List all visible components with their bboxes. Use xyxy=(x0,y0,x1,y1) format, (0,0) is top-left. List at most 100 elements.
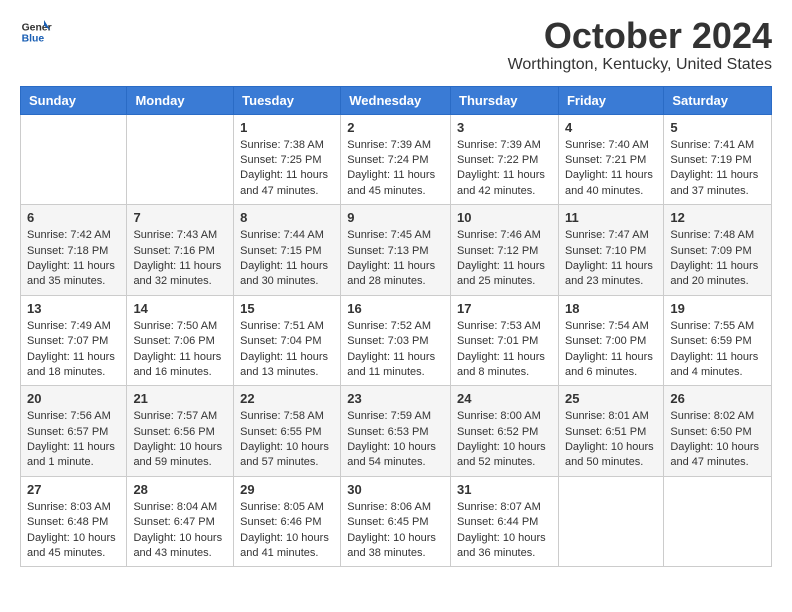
day-number: 2 xyxy=(347,120,444,135)
calendar-week-row: 27 Sunrise: 8:03 AM Sunset: 6:48 PM Dayli… xyxy=(21,476,772,567)
weekday-header: Wednesday xyxy=(341,86,451,114)
day-number: 1 xyxy=(240,120,334,135)
day-info: Sunrise: 8:07 AM Sunset: 6:44 PM Dayligh… xyxy=(457,500,552,562)
day-number: 15 xyxy=(240,301,334,316)
calendar-cell: 25 Sunrise: 8:01 AM Sunset: 6:51 PM Dayli… xyxy=(558,386,663,477)
calendar-cell: 19Sunrise: 7:55 AM Sunset: 6:59 PM Dayli… xyxy=(664,295,772,386)
day-info: Sunrise: 7:54 AM Sunset: 7:00 PM Dayligh… xyxy=(565,319,657,381)
day-info: Sunrise: 7:38 AM Sunset: 7:25 PM Dayligh… xyxy=(240,138,334,200)
calendar-cell: 16 Sunrise: 7:52 AM Sunset: 7:03 PM Dayli… xyxy=(341,295,451,386)
calendar-cell: 30 Sunrise: 8:06 AM Sunset: 6:45 PM Dayli… xyxy=(341,476,451,567)
weekday-header: Thursday xyxy=(451,86,559,114)
day-info: Sunrise: 8:00 AM Sunset: 6:52 PM Dayligh… xyxy=(457,409,552,471)
calendar-cell: 22Sunrise: 7:58 AM Sunset: 6:55 PM Dayli… xyxy=(234,386,341,477)
day-number: 11 xyxy=(565,210,657,225)
day-number: 13 xyxy=(27,301,120,316)
day-number: 31 xyxy=(457,482,552,497)
logo-icon: General Blue xyxy=(20,16,52,48)
day-number: 24 xyxy=(457,391,552,406)
day-number: 12 xyxy=(670,210,765,225)
day-number: 25 xyxy=(565,391,657,406)
calendar-cell: 26 Sunrise: 8:02 AM Sunset: 6:50 PM Dayli… xyxy=(664,386,772,477)
header: General Blue October 2024 Worthington, K… xyxy=(20,16,772,74)
day-info: Sunrise: 8:02 AM Sunset: 6:50 PM Dayligh… xyxy=(670,409,765,471)
day-number: 27 xyxy=(27,482,120,497)
day-number: 5 xyxy=(670,120,765,135)
day-info: Sunrise: 8:03 AM Sunset: 6:48 PM Dayligh… xyxy=(27,500,120,562)
weekday-header: Monday xyxy=(127,86,234,114)
day-number: 16 xyxy=(347,301,444,316)
day-number: 17 xyxy=(457,301,552,316)
calendar-week-row: 1 Sunrise: 7:38 AM Sunset: 7:25 PM Daylig… xyxy=(21,114,772,205)
calendar-cell xyxy=(21,114,127,205)
calendar-cell: 12 Sunrise: 7:48 AM Sunset: 7:09 PM Dayli… xyxy=(664,205,772,296)
day-number: 9 xyxy=(347,210,444,225)
day-number: 8 xyxy=(240,210,334,225)
day-info: Sunrise: 7:47 AM Sunset: 7:10 PM Dayligh… xyxy=(565,228,657,290)
calendar-cell: 11 Sunrise: 7:47 AM Sunset: 7:10 PM Dayli… xyxy=(558,205,663,296)
calendar-cell: 28 Sunrise: 8:04 AM Sunset: 6:47 PM Dayli… xyxy=(127,476,234,567)
day-number: 10 xyxy=(457,210,552,225)
day-number: 7 xyxy=(133,210,227,225)
calendar-cell: 10 Sunrise: 7:46 AM Sunset: 7:12 PM Dayli… xyxy=(451,205,559,296)
day-info: Sunrise: 7:48 AM Sunset: 7:09 PM Dayligh… xyxy=(670,228,765,290)
day-info: Sunrise: 7:44 AM Sunset: 7:15 PM Dayligh… xyxy=(240,228,334,290)
day-number: 3 xyxy=(457,120,552,135)
day-number: 20 xyxy=(27,391,120,406)
month-title: October 2024 xyxy=(508,16,772,56)
calendar-cell: 29Sunrise: 8:05 AM Sunset: 6:46 PM Dayli… xyxy=(234,476,341,567)
day-info: Sunrise: 8:06 AM Sunset: 6:45 PM Dayligh… xyxy=(347,500,444,562)
day-info: Sunrise: 7:55 AM Sunset: 6:59 PM Dayligh… xyxy=(670,319,765,381)
day-number: 4 xyxy=(565,120,657,135)
day-info: Sunrise: 7:58 AM Sunset: 6:55 PM Dayligh… xyxy=(240,409,334,471)
calendar-cell: 5 Sunrise: 7:41 AM Sunset: 7:19 PM Daylig… xyxy=(664,114,772,205)
weekday-header: Saturday xyxy=(664,86,772,114)
calendar-cell: 9 Sunrise: 7:45 AM Sunset: 7:13 PM Daylig… xyxy=(341,205,451,296)
calendar-cell: 3 Sunrise: 7:39 AM Sunset: 7:22 PM Daylig… xyxy=(451,114,559,205)
weekday-header: Sunday xyxy=(21,86,127,114)
day-info: Sunrise: 7:46 AM Sunset: 7:12 PM Dayligh… xyxy=(457,228,552,290)
day-number: 14 xyxy=(133,301,227,316)
day-info: Sunrise: 7:49 AM Sunset: 7:07 PM Dayligh… xyxy=(27,319,120,381)
calendar-table: SundayMondayTuesdayWednesdayThursdayFrid… xyxy=(20,86,772,568)
calendar-week-row: 20 Sunrise: 7:56 AM Sunset: 6:57 PM Dayli… xyxy=(21,386,772,477)
day-info: Sunrise: 7:41 AM Sunset: 7:19 PM Dayligh… xyxy=(670,138,765,200)
day-info: Sunrise: 7:56 AM Sunset: 6:57 PM Dayligh… xyxy=(27,409,120,471)
location-subtitle: Worthington, Kentucky, United States xyxy=(508,56,772,74)
calendar-cell: 23Sunrise: 7:59 AM Sunset: 6:53 PM Dayli… xyxy=(341,386,451,477)
svg-text:Blue: Blue xyxy=(22,34,45,45)
calendar-cell xyxy=(664,476,772,567)
weekday-header: Friday xyxy=(558,86,663,114)
calendar-cell: 13 Sunrise: 7:49 AM Sunset: 7:07 PM Dayli… xyxy=(21,295,127,386)
calendar-cell: 24 Sunrise: 8:00 AM Sunset: 6:52 PM Dayli… xyxy=(451,386,559,477)
day-info: Sunrise: 7:52 AM Sunset: 7:03 PM Dayligh… xyxy=(347,319,444,381)
day-info: Sunrise: 8:04 AM Sunset: 6:47 PM Dayligh… xyxy=(133,500,227,562)
calendar-cell xyxy=(127,114,234,205)
day-info: Sunrise: 7:39 AM Sunset: 7:24 PM Dayligh… xyxy=(347,138,444,200)
calendar-week-row: 13 Sunrise: 7:49 AM Sunset: 7:07 PM Dayli… xyxy=(21,295,772,386)
day-info: Sunrise: 7:51 AM Sunset: 7:04 PM Dayligh… xyxy=(240,319,334,381)
day-number: 29 xyxy=(240,482,334,497)
calendar-cell: 20 Sunrise: 7:56 AM Sunset: 6:57 PM Dayli… xyxy=(21,386,127,477)
calendar-cell: 1 Sunrise: 7:38 AM Sunset: 7:25 PM Daylig… xyxy=(234,114,341,205)
calendar-cell: 14Sunrise: 7:50 AM Sunset: 7:06 PM Dayli… xyxy=(127,295,234,386)
day-number: 28 xyxy=(133,482,227,497)
day-info: Sunrise: 7:40 AM Sunset: 7:21 PM Dayligh… xyxy=(565,138,657,200)
day-info: Sunrise: 7:45 AM Sunset: 7:13 PM Dayligh… xyxy=(347,228,444,290)
calendar-cell: 4 Sunrise: 7:40 AM Sunset: 7:21 PM Daylig… xyxy=(558,114,663,205)
calendar-cell: 31 Sunrise: 8:07 AM Sunset: 6:44 PM Dayli… xyxy=(451,476,559,567)
calendar-cell: 8 Sunrise: 7:44 AM Sunset: 7:15 PM Daylig… xyxy=(234,205,341,296)
calendar-cell: 21 Sunrise: 7:57 AM Sunset: 6:56 PM Dayli… xyxy=(127,386,234,477)
day-number: 6 xyxy=(27,210,120,225)
day-number: 26 xyxy=(670,391,765,406)
calendar-week-row: 6 Sunrise: 7:42 AM Sunset: 7:18 PM Daylig… xyxy=(21,205,772,296)
day-info: Sunrise: 7:57 AM Sunset: 6:56 PM Dayligh… xyxy=(133,409,227,471)
day-info: Sunrise: 7:42 AM Sunset: 7:18 PM Dayligh… xyxy=(27,228,120,290)
day-number: 21 xyxy=(133,391,227,406)
calendar-cell: 15 Sunrise: 7:51 AM Sunset: 7:04 PM Dayli… xyxy=(234,295,341,386)
day-number: 18 xyxy=(565,301,657,316)
day-info: Sunrise: 7:39 AM Sunset: 7:22 PM Dayligh… xyxy=(457,138,552,200)
calendar-cell: 27 Sunrise: 8:03 AM Sunset: 6:48 PM Dayli… xyxy=(21,476,127,567)
day-info: Sunrise: 8:01 AM Sunset: 6:51 PM Dayligh… xyxy=(565,409,657,471)
day-number: 30 xyxy=(347,482,444,497)
